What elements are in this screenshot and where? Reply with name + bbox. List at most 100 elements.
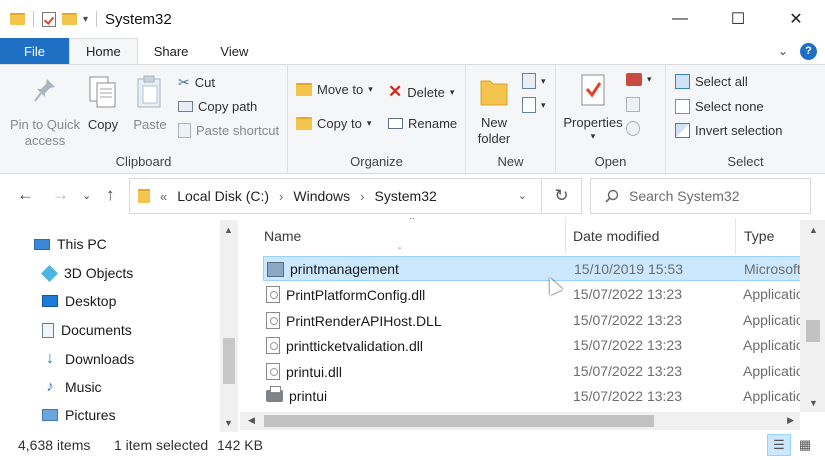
properties-button[interactable]: Properties ▾	[562, 73, 624, 141]
breadcrumb-local-disk[interactable]: Local Disk (C:)	[177, 188, 269, 204]
pin-to-quick-access-button[interactable]: Pin to Quick access	[6, 77, 84, 149]
paste-shortcut-button[interactable]: Paste shortcut	[178, 123, 279, 138]
cube-icon	[41, 264, 58, 282]
details-view-icon[interactable]: ☰	[767, 434, 791, 456]
new-item-button[interactable]: ▾	[522, 73, 546, 89]
tab-share[interactable]: Share	[138, 38, 205, 64]
nav-item-pictures[interactable]: Pictures	[42, 407, 116, 423]
breadcrumb-system32[interactable]: System32	[375, 188, 437, 204]
history-button[interactable]	[626, 121, 640, 136]
column-header-name[interactable]: Name	[264, 228, 301, 244]
scroll-left-icon[interactable]: ◀	[248, 415, 255, 426]
navigation-scrollbar[interactable]: ▲ ▼	[220, 220, 238, 432]
breadcrumb-windows[interactable]: Windows	[293, 188, 350, 204]
selected-size: 142 KB	[217, 437, 263, 453]
column-header: ⌃ Name Date modified Type	[240, 218, 825, 254]
window-controls: — ☐ ✕	[651, 0, 825, 38]
ribbon-tabs: File Home Share View ⌄ ?	[0, 38, 825, 64]
nav-item-documents[interactable]: Documents	[42, 322, 132, 338]
nav-item-desktop[interactable]: Desktop	[42, 293, 116, 309]
clipboard-group: Pin to Quick access Copy Paste ✂ Cut Cop…	[0, 65, 288, 173]
paste-button[interactable]: Paste	[130, 75, 170, 133]
edit-icon	[626, 97, 640, 112]
help-icon[interactable]: ?	[800, 42, 817, 60]
recent-locations-icon[interactable]: ⌄	[82, 189, 91, 202]
edit-button[interactable]	[626, 97, 640, 112]
copy-button[interactable]: Copy	[84, 75, 122, 133]
move-to-label: Move to	[317, 82, 364, 97]
scroll-up-icon[interactable]: ▲	[224, 225, 233, 235]
ribbon: Pin to Quick access Copy Paste ✂ Cut Cop…	[0, 64, 825, 174]
new-folder-button[interactable]: New folder	[472, 75, 516, 147]
scroll-down-icon[interactable]: ▼	[809, 398, 818, 408]
scroll-right-icon[interactable]: ▶	[787, 415, 794, 426]
rename-button[interactable]: Rename	[388, 116, 457, 131]
scroll-thumb[interactable]	[264, 415, 654, 427]
organize-group-label: Organize	[350, 154, 403, 169]
breadcrumb-overflow[interactable]: «	[160, 189, 167, 204]
select-none-button[interactable]: Select none	[675, 99, 764, 114]
nav-item-music[interactable]: ♪ Music	[42, 378, 101, 395]
nav-item-downloads[interactable]: ↓ Downloads	[42, 350, 134, 368]
toolbar-separator	[96, 11, 98, 27]
file-list-vertical-scrollbar[interactable]: ▲ ▼	[800, 220, 825, 412]
pc-icon	[34, 238, 50, 250]
properties-dropdown-icon: ▾	[590, 131, 596, 141]
close-button[interactable]: ✕	[767, 0, 825, 38]
scroll-down-icon[interactable]: ▼	[224, 418, 233, 428]
cut-button[interactable]: ✂ Cut	[178, 74, 215, 91]
refresh-icon[interactable]: ↻	[541, 179, 581, 213]
new-folder-icon[interactable]	[62, 13, 77, 25]
expand-ribbon-icon[interactable]: ⌄	[778, 44, 788, 58]
address-bar[interactable]: « Local Disk (C:) › Windows › System32 ⌄…	[129, 178, 582, 214]
pin-label: Pin to Quick access	[9, 117, 81, 148]
pictures-icon	[42, 409, 58, 421]
easy-access-button[interactable]: ▾	[522, 97, 546, 113]
select-none-icon	[675, 99, 690, 114]
forward-button[interactable]: →	[52, 185, 69, 205]
selected-count: 1 item selected	[114, 437, 209, 453]
scroll-thumb[interactable]	[806, 320, 820, 342]
breadcrumb-chevron-icon[interactable]: ›	[279, 189, 283, 204]
open-button[interactable]: ▾	[626, 73, 652, 86]
breadcrumb-chevron-icon[interactable]: ›	[360, 189, 364, 204]
invert-selection-button[interactable]: Invert selection	[675, 123, 782, 138]
delete-button[interactable]: ✕ Delete ▾	[388, 82, 454, 102]
tab-home[interactable]: Home	[69, 38, 138, 64]
scroll-thumb[interactable]	[223, 338, 235, 384]
column-divider[interactable]	[735, 218, 736, 254]
search-box[interactable]: Search System32	[590, 178, 811, 214]
move-to-button[interactable]: Move to ▾	[296, 82, 373, 97]
copy-path-button[interactable]: Copy path	[178, 99, 257, 114]
column-header-date[interactable]: Date modified	[573, 228, 659, 244]
large-icons-view-icon[interactable]: ▦	[793, 434, 817, 456]
breadcrumb: « Local Disk (C:) › Windows › System32	[130, 188, 437, 204]
organize-group: Move to ▾ ✕ Delete ▾ Copy to ▾ Rename Or…	[288, 65, 466, 173]
column-header-type[interactable]: Type	[744, 228, 774, 244]
nav-item-label: 3D Objects	[64, 265, 134, 281]
copy-to-label: Copy to	[317, 116, 362, 131]
address-dropdown-icon[interactable]: ⌄	[518, 189, 527, 202]
nav-item-3d-objects[interactable]: 3D Objects	[41, 264, 134, 282]
back-button[interactable]: ←	[17, 185, 34, 205]
toolbar-separator	[33, 11, 34, 27]
properties-check-icon[interactable]	[42, 11, 56, 27]
select-all-button[interactable]: Select all	[675, 74, 748, 89]
up-button[interactable]: ↑	[106, 185, 115, 205]
move-to-folder-icon	[296, 83, 312, 96]
file-list: ⌃ Name Date modified Type -	[240, 218, 825, 432]
tab-file[interactable]: File	[0, 38, 69, 64]
copy-label: Copy	[87, 117, 119, 132]
column-divider[interactable]	[565, 218, 566, 254]
scroll-up-icon[interactable]: ▲	[809, 225, 818, 235]
nav-item-label: Documents	[61, 322, 132, 338]
copy-to-button[interactable]: Copy to ▾	[296, 116, 371, 131]
folder-icon	[10, 13, 25, 25]
tab-view[interactable]: View	[204, 38, 264, 64]
customize-toolbar-dropdown-icon[interactable]: ▾	[83, 14, 88, 25]
nav-item-this-pc[interactable]: This PC	[34, 236, 107, 252]
minimize-button[interactable]: —	[651, 0, 709, 38]
select-none-label: Select none	[695, 99, 764, 114]
file-list-horizontal-scrollbar[interactable]: ◀ ▶	[240, 412, 800, 430]
maximize-button[interactable]: ☐	[709, 0, 767, 38]
